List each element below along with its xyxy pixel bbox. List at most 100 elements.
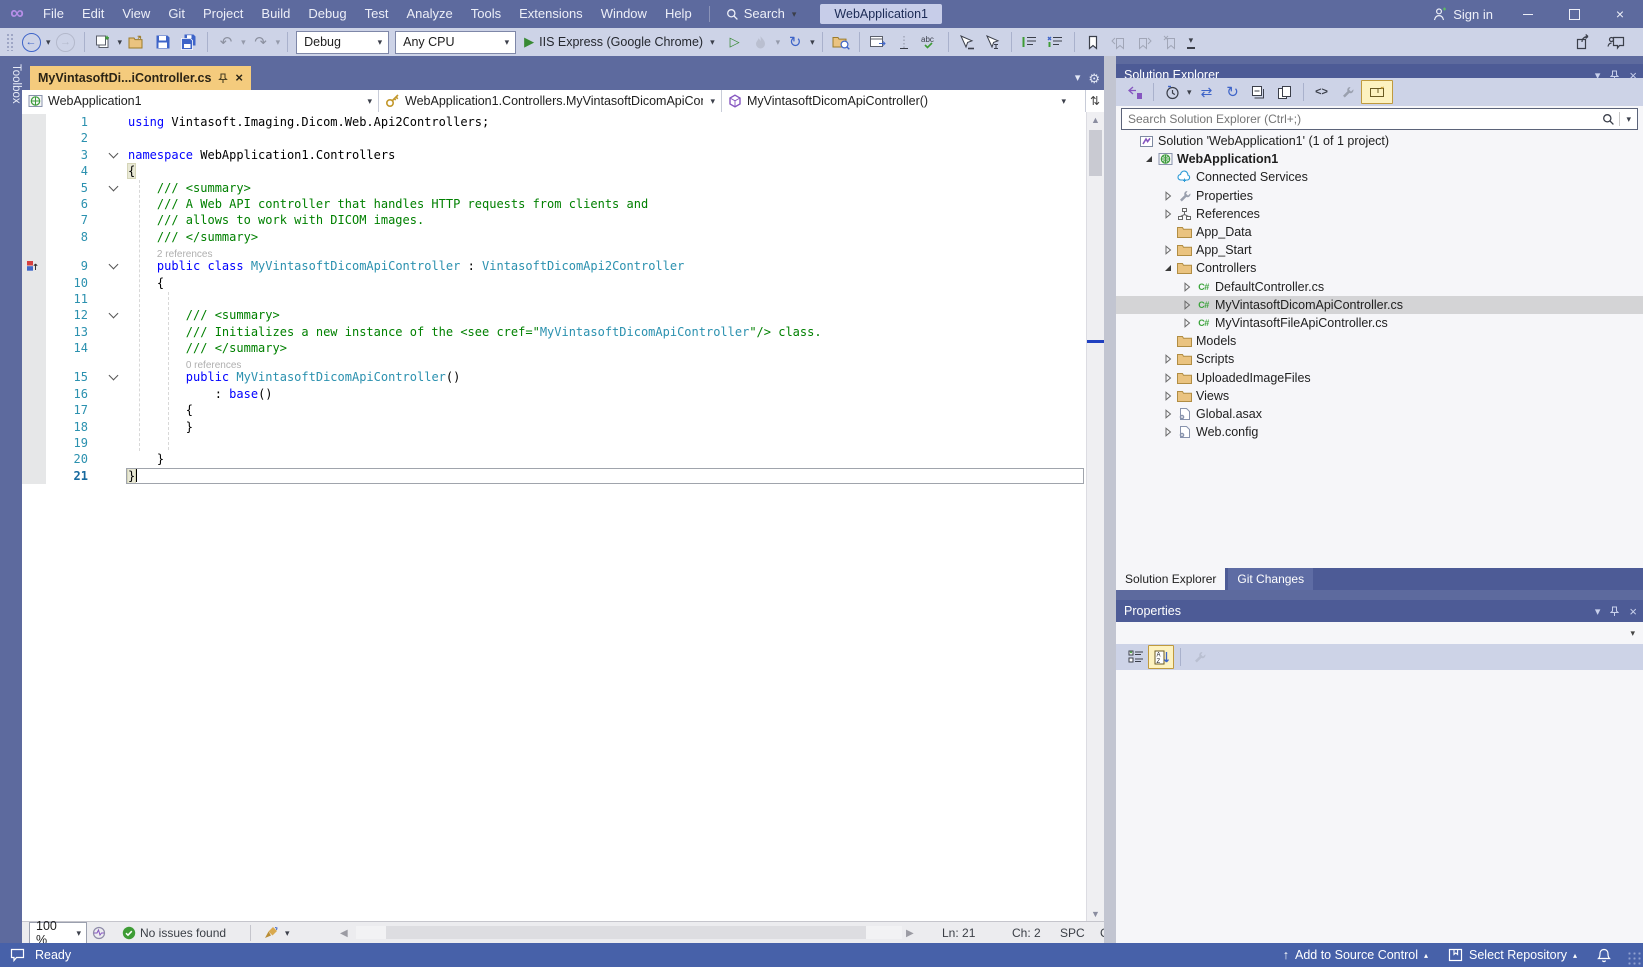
code-text[interactable]: namespace WebApplication1.Controllers <box>128 147 1104 163</box>
navigate-forward-button[interactable]: → <box>53 30 79 54</box>
code-text[interactable] <box>128 291 1104 307</box>
code-line-21[interactable]: 21} <box>22 467 1104 485</box>
menu-tools[interactable]: Tools <box>462 6 510 21</box>
notifications-button[interactable] <box>1587 943 1621 967</box>
zoom-combo[interactable]: 100 % ▾ <box>29 919 87 947</box>
tree-item-global-asax[interactable]: Global.asax <box>1116 405 1643 423</box>
space-mode-indicator[interactable]: SPC <box>1060 922 1085 944</box>
sign-in-button[interactable]: Sign in <box>1420 7 1505 22</box>
solution-explorer-search-box[interactable]: ▾ <box>1121 108 1638 130</box>
code-line-1[interactable]: 1 using Vintasoft.Imaging.Dicom.Web.Api2C… <box>22 114 1104 131</box>
code-line-5[interactable]: 5 /// <summary> <box>22 179 1104 196</box>
code-line-18[interactable]: 18 } <box>22 418 1104 436</box>
collapsed-arrow-icon[interactable] <box>1160 190 1175 201</box>
menu-help[interactable]: Help <box>656 6 701 21</box>
code-text[interactable]: { <box>128 275 1104 291</box>
tree-item-defaultcontroller-cs[interactable]: C# DefaultController.cs <box>1116 278 1643 296</box>
tree-item-uploadedimagefiles[interactable]: UploadedImageFiles <box>1116 368 1643 386</box>
save-button[interactable] <box>150 30 176 54</box>
search-options-dropdown[interactable]: ▾ <box>1624 114 1633 125</box>
comment-button[interactable] <box>1017 30 1043 54</box>
codelens-indicator[interactable]: 2 references <box>22 245 1104 260</box>
undo-button[interactable]: ↶ <box>213 30 239 54</box>
tree-item-myvintasoftfileapicontroller-cs[interactable]: C# MyVintasoftFileApiController.cs <box>1116 314 1643 332</box>
document-list-dropdown-icon[interactable]: ▾ <box>1075 71 1081 87</box>
tree-item-webapplication1[interactable]: WebApplication1 <box>1116 150 1643 168</box>
property-pages-button[interactable] <box>1187 646 1211 668</box>
fold-margin[interactable] <box>102 369 128 385</box>
code-line-3[interactable]: 3 namespace WebApplication1.Controllers <box>22 146 1104 164</box>
code-text[interactable]: /// A Web API controller that handles HT… <box>128 196 1104 212</box>
redo-button[interactable]: ↷ <box>248 30 274 54</box>
code-line-11[interactable]: 11 <box>22 290 1104 308</box>
solution-configurations-combo[interactable]: Debug ▾ <box>296 30 390 54</box>
search-menu[interactable]: Search ▾ <box>718 0 807 28</box>
toolbar-overflow-button[interactable]: ▾ <box>1186 35 1196 49</box>
code-cleanup-button[interactable]: ▾ <box>264 922 292 944</box>
code-text[interactable]: : base() <box>128 386 1104 402</box>
code-text[interactable]: /// allows to work with DICOM images. <box>128 212 1104 228</box>
navbar-member-combo[interactable]: MyVintasoftDicomApiController() ▾ <box>722 90 1072 112</box>
find-in-files-button[interactable] <box>828 30 854 54</box>
code-analysis-status[interactable]: No issues found <box>122 922 226 944</box>
fold-chevron-icon[interactable] <box>108 308 119 319</box>
redo-dropdown[interactable]: ▾ <box>274 37 283 48</box>
undo-dropdown[interactable]: ▾ <box>239 37 248 48</box>
h-scroll-left-icon[interactable]: ◀ <box>340 922 348 944</box>
filter-dropdown[interactable]: ▾ <box>1185 87 1194 98</box>
scroll-down-icon[interactable]: ▼ <box>1087 906 1104 921</box>
sync-with-active-document-button[interactable]: ⇄ <box>1194 80 1220 104</box>
feedback-button[interactable] <box>0 943 35 967</box>
pin-icon[interactable] <box>1610 606 1620 617</box>
search-icon[interactable] <box>1602 113 1615 126</box>
menu-view[interactable]: View <box>113 6 159 21</box>
code-line-20[interactable]: 20 } <box>22 451 1104 468</box>
properties-grid[interactable] <box>1116 670 1643 943</box>
code-line-19[interactable]: 19 <box>22 435 1104 452</box>
code-text[interactable]: public class MyVintasoftDicomApiControll… <box>128 258 1104 274</box>
scrollbar-thumb[interactable] <box>386 926 866 939</box>
tree-item-connected-services[interactable]: Connected Services <box>1116 168 1643 186</box>
collapse-all-button[interactable] <box>1246 80 1272 104</box>
categorized-button[interactable] <box>1124 646 1148 668</box>
solution-platforms-combo[interactable]: Any CPU ▾ <box>395 30 517 54</box>
editor-horizontal-scrollbar[interactable] <box>356 926 902 939</box>
code-text[interactable]: } <box>126 467 1104 484</box>
menu-extensions[interactable]: Extensions <box>510 6 592 21</box>
code-line-4[interactable]: 4{ <box>22 163 1104 180</box>
properties-header[interactable]: Properties ▾ × <box>1116 600 1643 622</box>
inheritance-margin-icon[interactable] <box>26 260 38 275</box>
codelens-indicator[interactable]: 0 references <box>22 356 1104 371</box>
fold-chevron-icon[interactable] <box>108 181 119 192</box>
code-text[interactable]: } <box>128 419 1104 435</box>
fold-margin[interactable] <box>102 180 128 196</box>
go-to-definition-button[interactable] <box>980 30 1006 54</box>
restart-button[interactable]: ↻ <box>782 30 808 54</box>
code-text[interactable]: public MyVintasoftDicomApiController() <box>128 369 1104 385</box>
code-line-15[interactable]: 15 public MyVintasoftDicomApiController(… <box>22 369 1104 386</box>
dock-tab-git-changes[interactable]: Git Changes <box>1228 568 1314 590</box>
menu-project[interactable]: Project <box>194 6 252 21</box>
code-line-7[interactable]: 7 /// allows to work with DICOM images. <box>22 212 1104 229</box>
next-bookmark-button[interactable] <box>1132 30 1158 54</box>
tree-item-app-start[interactable]: App_Start <box>1116 241 1643 259</box>
dock-splitter[interactable] <box>1104 56 1116 943</box>
share-icon[interactable] <box>1576 34 1593 50</box>
minimize-button[interactable] <box>1505 0 1551 28</box>
toolbar-grip[interactable] <box>6 33 14 51</box>
fold-chevron-icon[interactable] <box>108 148 119 159</box>
collapsed-arrow-icon[interactable] <box>1179 281 1194 292</box>
close-icon[interactable]: × <box>1629 604 1637 619</box>
view-code-button[interactable]: <> <box>1309 80 1335 104</box>
code-text[interactable]: { <box>128 402 1104 418</box>
menu-build[interactable]: Build <box>252 6 299 21</box>
menu-debug[interactable]: Debug <box>299 6 355 21</box>
window-position-dropdown-icon[interactable]: ▾ <box>1595 605 1601 618</box>
refresh-button[interactable]: ↻ <box>1220 80 1246 104</box>
editor-vertical-scrollbar[interactable]: ▲ ▼ <box>1086 112 1104 921</box>
navigate-back-dropdown[interactable]: ▾ <box>44 37 53 48</box>
scrollbar-thumb[interactable] <box>1089 130 1102 176</box>
line-indicator[interactable]: Ln: 21 <box>942 922 975 944</box>
code-line-9[interactable]: 9 public class MyVintasoftDicomApiContro… <box>22 258 1104 275</box>
tree-item-scripts[interactable]: Scripts <box>1116 350 1643 368</box>
